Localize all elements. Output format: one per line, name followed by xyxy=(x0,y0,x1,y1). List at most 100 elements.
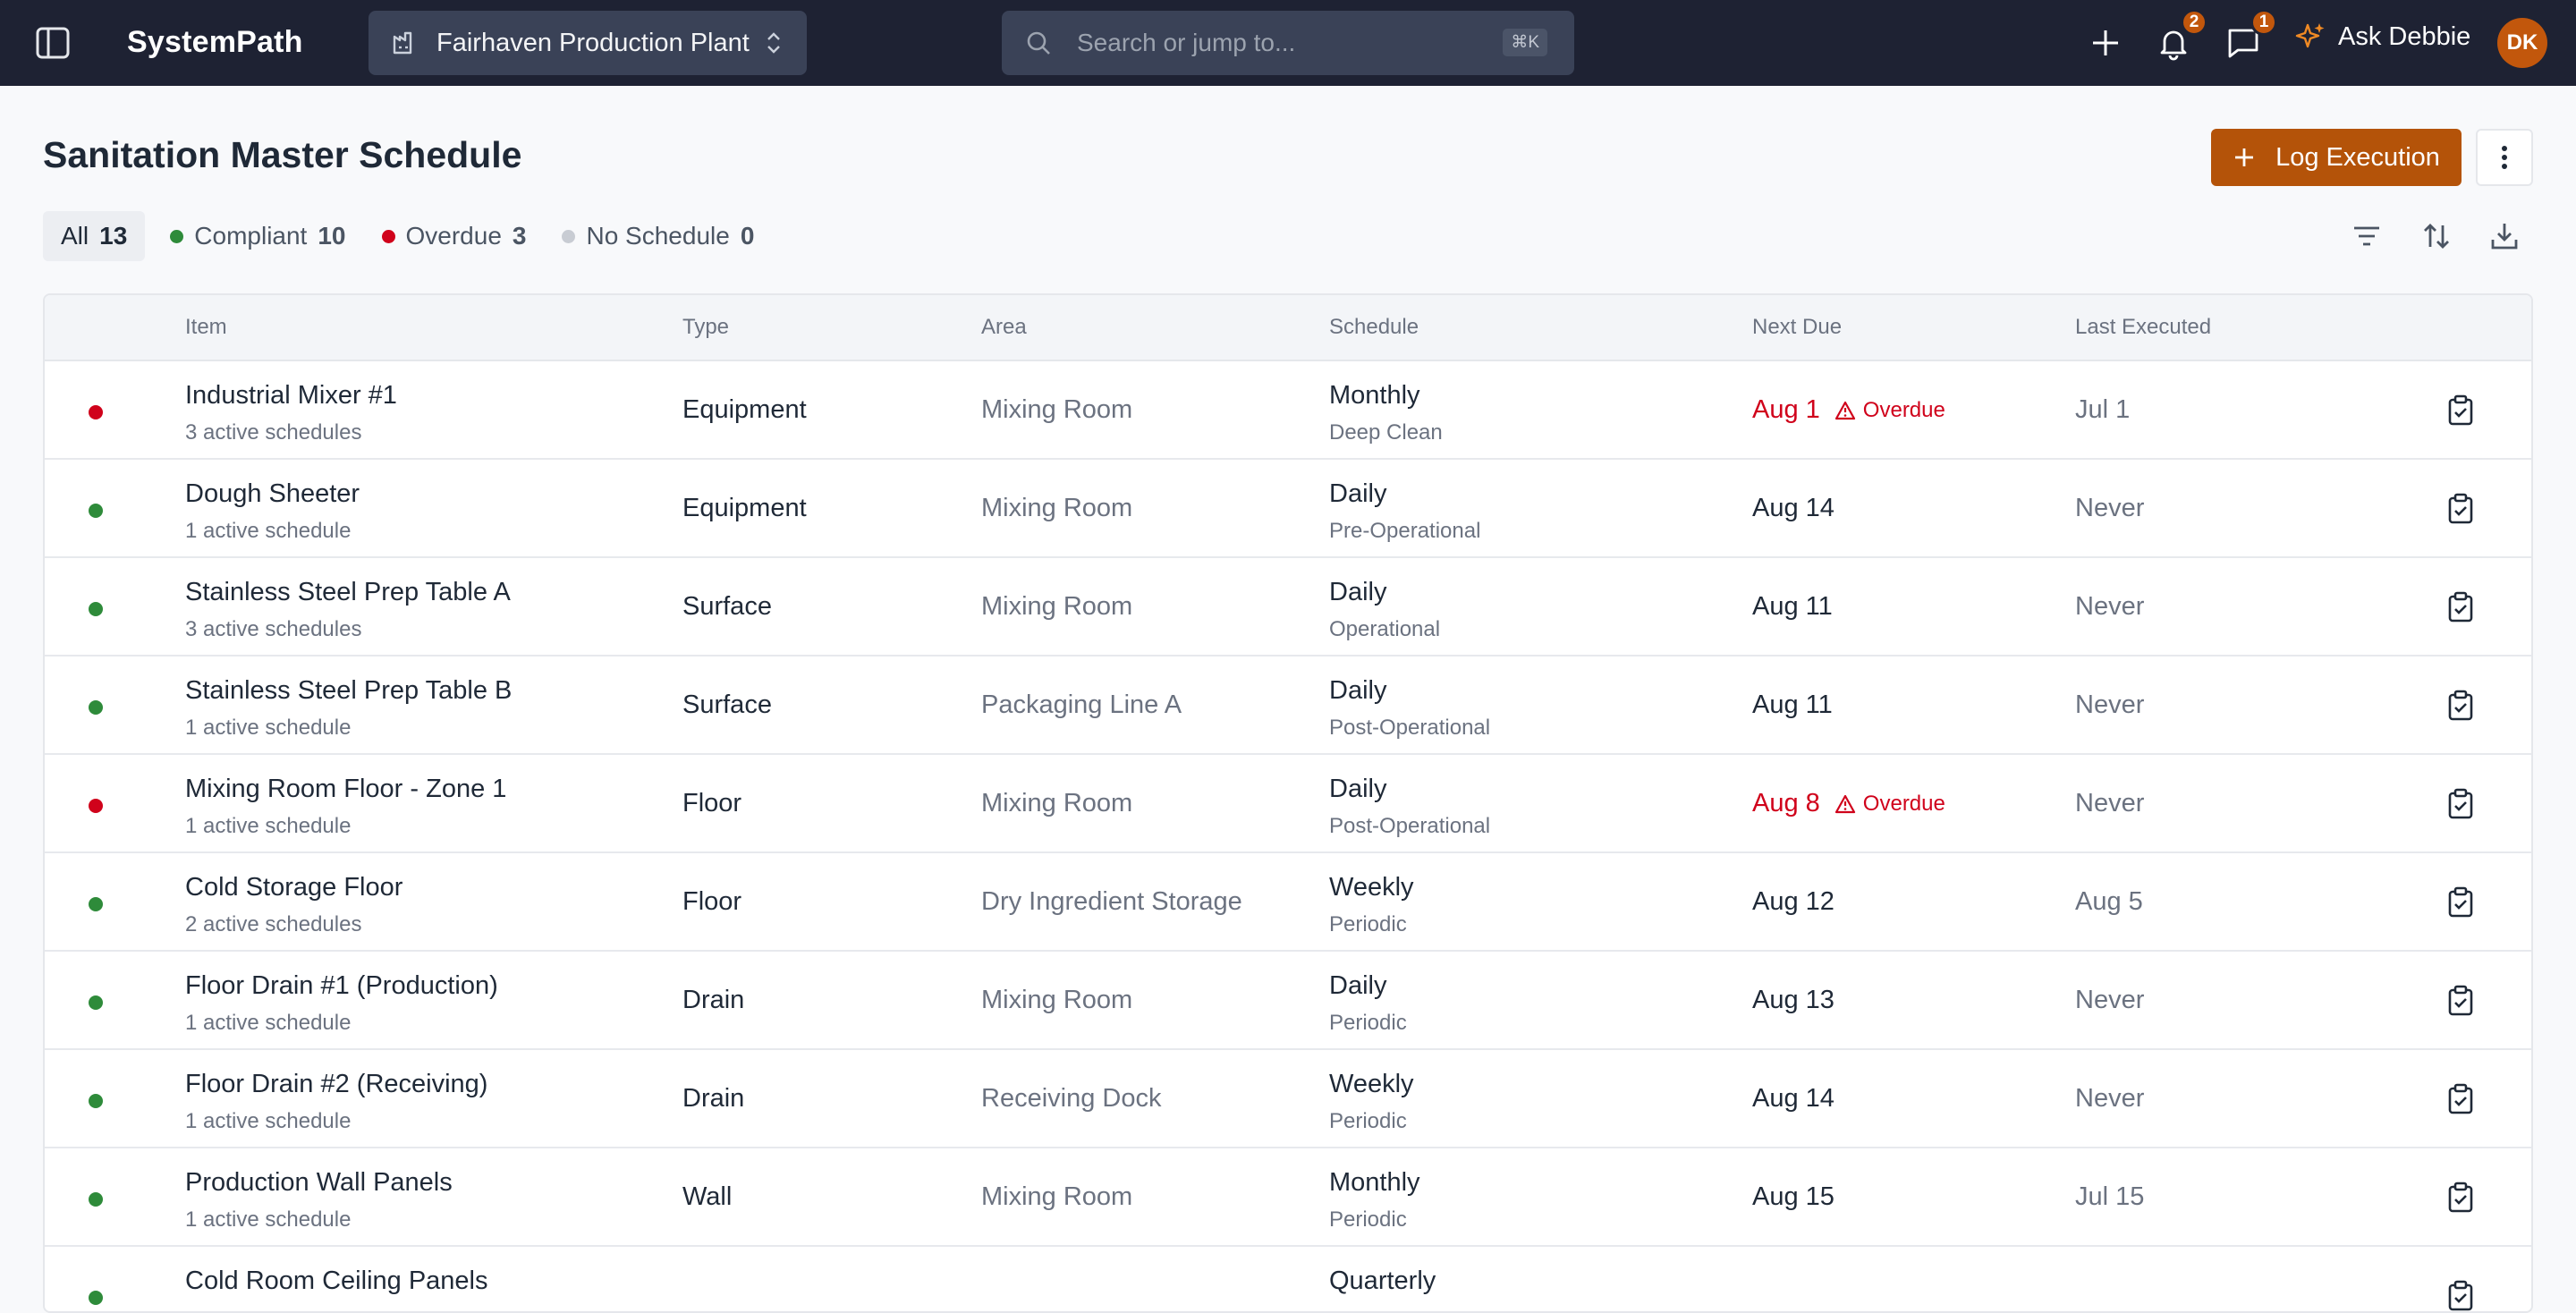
item-type: Drain xyxy=(682,986,745,1014)
table-row[interactable]: Cold Storage Floor 2 active schedules Fl… xyxy=(45,853,2531,952)
column-header-next-due[interactable]: Next Due xyxy=(1752,315,1842,340)
table-row[interactable]: Dough Sheeter 1 active schedule Equipmen… xyxy=(45,460,2531,558)
sidebar-toggle-icon[interactable] xyxy=(36,27,70,59)
last-executed: Never xyxy=(2075,494,2145,522)
item-type: Surface xyxy=(682,690,772,719)
next-due-date: Aug 8 Overdue xyxy=(1752,789,1945,818)
tab-all[interactable]: All 13 xyxy=(43,211,146,261)
item-schedule-count: 1 active schedule xyxy=(185,519,352,543)
column-header-schedule[interactable]: Schedule xyxy=(1329,315,1419,340)
notifications-button[interactable]: 2 xyxy=(2156,9,2207,61)
table-row[interactable]: Cold Room Ceiling Panels Quarterly xyxy=(45,1247,2531,1311)
item-type: Floor xyxy=(682,789,742,817)
top-bar: SystemPath Fairhaven Production Plant ⌘K… xyxy=(0,0,2576,86)
schedule-phase: Periodic xyxy=(1329,912,1407,936)
table-row[interactable]: Floor Drain #2 (Receiving) 1 active sche… xyxy=(45,1050,2531,1148)
item-name[interactable]: Floor Drain #1 (Production) xyxy=(185,971,498,1001)
tab-label: All xyxy=(61,222,89,250)
table-row[interactable]: Stainless Steel Prep Table B 1 active sc… xyxy=(45,656,2531,755)
item-name[interactable]: Stainless Steel Prep Table A xyxy=(185,578,511,607)
log-row-execution-button[interactable] xyxy=(2445,591,2476,623)
plus-icon xyxy=(2093,30,2118,55)
column-header-item[interactable]: Item xyxy=(185,315,227,340)
item-name[interactable]: Stainless Steel Prep Table B xyxy=(185,676,512,706)
create-button[interactable] xyxy=(2088,25,2123,61)
tab-overdue[interactable]: Overdue 3 xyxy=(364,211,545,261)
next-due-value: Aug 12 xyxy=(1752,887,1835,916)
last-executed: Never xyxy=(2075,592,2145,621)
item-name[interactable]: Mixing Room Floor - Zone 1 xyxy=(185,775,506,804)
table-row[interactable]: Production Wall Panels 1 active schedule… xyxy=(45,1148,2531,1247)
log-row-execution-button[interactable] xyxy=(2445,1182,2476,1214)
item-area: Receiving Dock xyxy=(981,1084,1162,1113)
item-type: Floor xyxy=(682,887,742,916)
last-executed: Never xyxy=(2075,789,2145,817)
item-name[interactable]: Cold Storage Floor xyxy=(185,873,402,902)
messages-button[interactable]: 1 xyxy=(2225,9,2277,61)
log-row-execution-button[interactable] xyxy=(2445,788,2476,820)
item-name[interactable]: Dough Sheeter xyxy=(185,479,360,509)
log-row-execution-button[interactable] xyxy=(2445,1083,2476,1115)
log-row-execution-button[interactable] xyxy=(2445,886,2476,919)
schedule-frequency: Daily xyxy=(1329,676,1387,705)
status-dot xyxy=(562,229,576,243)
last-executed: Never xyxy=(2075,690,2145,719)
log-execution-button[interactable]: Log Execution xyxy=(2211,129,2462,186)
column-header-type[interactable]: Type xyxy=(682,315,729,340)
user-avatar[interactable]: DK xyxy=(2497,18,2547,68)
next-due-date: Aug 14 xyxy=(1752,494,1835,523)
item-schedule-count: 1 active schedule xyxy=(185,1011,352,1035)
column-header-last-executed[interactable]: Last Executed xyxy=(2075,315,2211,340)
last-executed: Jul 1 xyxy=(2075,395,2131,424)
table-row[interactable]: Mixing Room Floor - Zone 1 1 active sche… xyxy=(45,755,2531,853)
clipboard-check-icon xyxy=(2448,788,2473,819)
next-due-value: Aug 15 xyxy=(1752,1182,1835,1211)
table-row[interactable]: Floor Drain #1 (Production) 1 active sch… xyxy=(45,952,2531,1050)
log-row-execution-button[interactable] xyxy=(2445,985,2476,1017)
next-due-value: Aug 14 xyxy=(1752,494,1835,522)
item-name[interactable]: Industrial Mixer #1 xyxy=(185,381,397,411)
item-type: Drain xyxy=(682,1084,745,1113)
plus-icon xyxy=(2235,148,2254,166)
status-filter-tabs: All 13 Compliant 10 Overdue 3 No Schedul… xyxy=(43,211,772,261)
item-area: Mixing Room xyxy=(981,592,1133,621)
search-input[interactable] xyxy=(1077,29,1470,57)
item-name[interactable]: Cold Room Ceiling Panels xyxy=(185,1266,488,1296)
item-schedule-count: 1 active schedule xyxy=(185,1207,352,1232)
log-row-execution-button[interactable] xyxy=(2445,493,2476,525)
notification-count-badge: 2 xyxy=(2181,9,2207,36)
download-icon xyxy=(2491,224,2518,250)
table-row[interactable]: Stainless Steel Prep Table A 3 active sc… xyxy=(45,558,2531,656)
global-search[interactable]: ⌘K xyxy=(1002,11,1574,75)
tab-count: 13 xyxy=(99,222,128,250)
tab-label: Compliant xyxy=(194,222,308,250)
filter-button[interactable] xyxy=(2351,220,2383,252)
export-button[interactable] xyxy=(2488,220,2521,252)
item-name[interactable]: Floor Drain #2 (Receiving) xyxy=(185,1070,487,1099)
log-row-execution-button[interactable] xyxy=(2445,1280,2476,1311)
schedule-phase: Post-Operational xyxy=(1329,716,1491,740)
item-schedule-count: 1 active schedule xyxy=(185,814,352,838)
log-row-execution-button[interactable] xyxy=(2445,690,2476,722)
item-name[interactable]: Production Wall Panels xyxy=(185,1168,453,1198)
more-options-button[interactable] xyxy=(2476,129,2533,186)
tab-compliant[interactable]: Compliant 10 xyxy=(152,211,363,261)
item-schedule-count: 3 active schedules xyxy=(185,617,362,641)
ask-assistant-label: Ask Debbie xyxy=(2338,21,2471,51)
clipboard-check-icon xyxy=(2448,985,2473,1016)
status-dot xyxy=(89,995,103,1010)
clipboard-check-icon xyxy=(2448,394,2473,426)
filter-icon xyxy=(2354,226,2379,246)
item-area: Mixing Room xyxy=(981,494,1133,522)
tab-no-schedule[interactable]: No Schedule 0 xyxy=(544,211,772,261)
schedule-frequency: Quarterly xyxy=(1329,1266,1436,1295)
plant-selector[interactable]: Fairhaven Production Plant xyxy=(369,11,807,75)
schedule-phase: Operational xyxy=(1329,617,1441,641)
tab-label: No Schedule xyxy=(586,222,730,250)
ask-assistant-button[interactable]: Ask Debbie xyxy=(2295,21,2470,52)
message-count-badge: 1 xyxy=(2250,9,2277,36)
column-header-area[interactable]: Area xyxy=(981,315,1027,340)
log-row-execution-button[interactable] xyxy=(2445,394,2476,427)
sort-button[interactable] xyxy=(2420,220,2453,252)
table-row[interactable]: Industrial Mixer #1 3 active schedules E… xyxy=(45,361,2531,460)
